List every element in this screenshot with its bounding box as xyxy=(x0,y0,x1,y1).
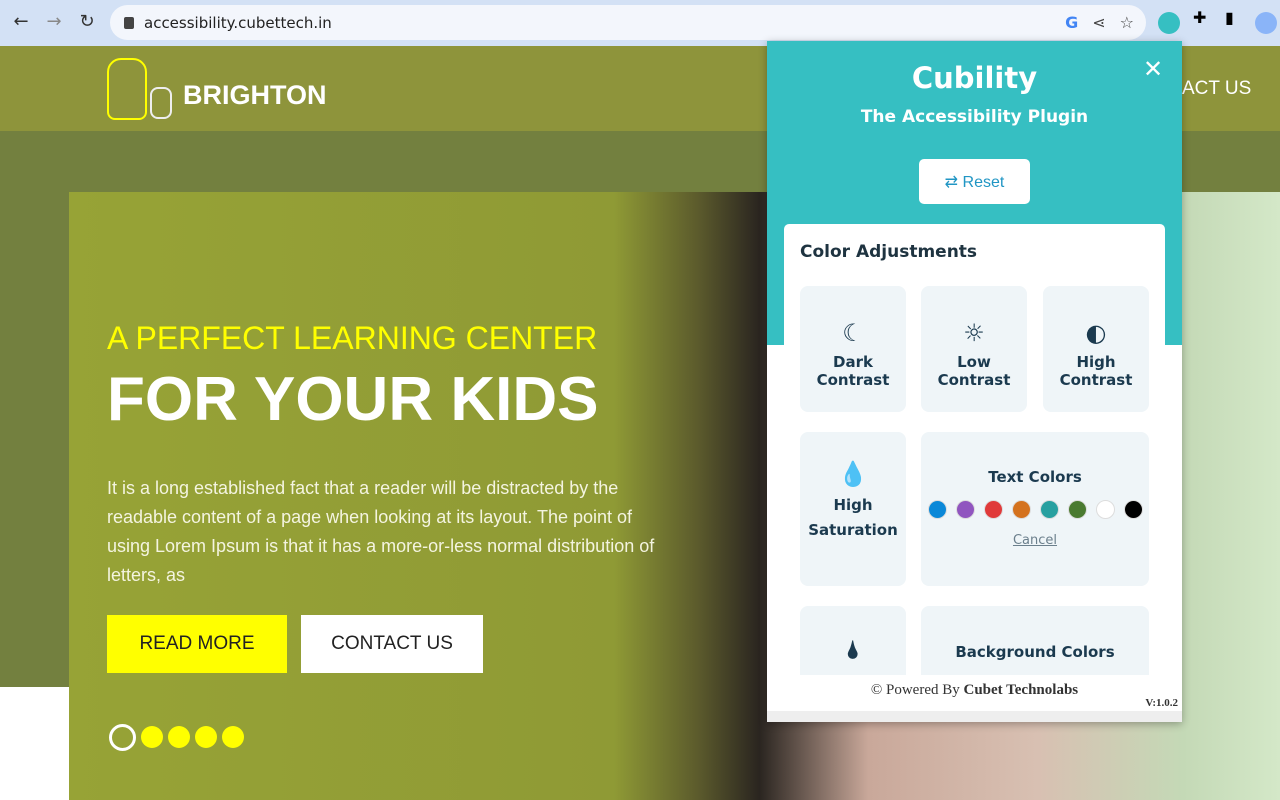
low-contrast-tile[interactable]: ☼ Low Contrast xyxy=(921,286,1027,412)
brand-name[interactable]: BRIGHTON xyxy=(183,80,327,111)
bookmark-star-icon[interactable]: ☆ xyxy=(1120,13,1134,32)
color-swatch[interactable] xyxy=(1067,500,1087,519)
close-icon[interactable]: ✕ xyxy=(1143,55,1163,83)
drop-filled-icon: 💧 xyxy=(838,460,868,488)
bear-logo-icon xyxy=(107,58,147,120)
tile-label: Background Colors xyxy=(955,643,1115,661)
contact-us-button[interactable]: CONTACT US xyxy=(301,615,483,673)
cancel-link[interactable]: Cancel xyxy=(921,533,1149,548)
tile-label: Dark Contrast xyxy=(816,353,890,389)
cubility-popup: Cubility The Accessibility Plugin ✕ ⇄ Re… xyxy=(767,41,1182,722)
popup-title: Cubility xyxy=(911,61,1038,95)
profile-avatar[interactable] xyxy=(1255,12,1277,34)
back-button[interactable]: ← xyxy=(10,11,32,32)
color-swatch[interactable] xyxy=(1011,500,1031,519)
forward-button[interactable]: → xyxy=(43,11,65,32)
dark-contrast-tile[interactable]: ☾ Dark Contrast xyxy=(800,286,906,412)
high-saturation-tile[interactable]: 💧 High Saturation xyxy=(800,432,906,586)
color-swatch[interactable] xyxy=(927,500,947,519)
background-colors-tile: Background Colors xyxy=(921,606,1149,675)
text-color-swatches xyxy=(921,500,1149,519)
color-adjustments-card: Color Adjustments ☾ Dark Contrast ☼ Low Co… xyxy=(784,224,1165,675)
extensions-puzzle-icon[interactable]: ✚ xyxy=(1193,8,1206,27)
slide-dot[interactable] xyxy=(195,726,217,748)
slide-dot[interactable] xyxy=(168,726,190,748)
section-title: Color Adjustments xyxy=(800,242,978,262)
color-swatch[interactable] xyxy=(983,500,1003,519)
color-swatch[interactable] xyxy=(955,500,975,519)
address-bar[interactable]: accessibility.cubettech.in G ⋖ ☆ xyxy=(110,5,1146,40)
hero-paragraph: It is a long established fact that a rea… xyxy=(107,478,655,585)
lock-icon xyxy=(124,16,134,29)
popup-bottom-bar xyxy=(767,711,1182,722)
color-swatch[interactable] xyxy=(1123,500,1143,519)
sun-icon: ☼ xyxy=(963,319,985,347)
reset-button[interactable]: ⇄ Reset xyxy=(919,159,1030,204)
tile-label: Low Contrast xyxy=(937,353,1011,389)
refresh-icon: ⇄ xyxy=(944,173,963,191)
reload-button[interactable]: ↻ xyxy=(76,11,98,32)
slider-dots xyxy=(109,724,244,751)
text-colors-tile: Text Colors Cancel xyxy=(921,432,1149,586)
cubility-extension-icon[interactable] xyxy=(1158,12,1180,34)
nav-contact-us[interactable]: ACT US xyxy=(1182,78,1251,100)
popup-subtitle: The Accessibility Plugin xyxy=(860,107,1089,127)
read-more-button[interactable]: READ MORE xyxy=(107,615,287,673)
color-swatch[interactable] xyxy=(1095,500,1115,519)
tile-label: High Contrast xyxy=(1059,353,1133,389)
tile-label: High Saturation xyxy=(808,496,898,539)
share-icon[interactable]: ⋖ xyxy=(1092,13,1105,32)
contrast-icon: ◐ xyxy=(1085,319,1107,347)
color-swatch[interactable] xyxy=(1039,500,1059,519)
slide-dot[interactable] xyxy=(222,726,244,748)
hero-subtitle: A PERFECT LEARNING CENTER xyxy=(107,320,598,356)
google-icon[interactable]: G xyxy=(1065,13,1078,32)
version: V:1.0.2 xyxy=(1145,697,1178,709)
small-bear-logo-icon xyxy=(150,87,172,119)
hero-title: FOR YOUR KIDS xyxy=(107,365,599,434)
side-panel-icon[interactable]: ▮ xyxy=(1225,8,1234,27)
low-saturation-tile[interactable]: 🌢 xyxy=(800,606,906,675)
reset-label: Reset xyxy=(962,173,1005,191)
footer-prefix: © Powered By xyxy=(870,682,964,698)
tile-label: Text Colors xyxy=(988,468,1082,486)
moon-icon: ☾ xyxy=(842,319,864,347)
slide-dot[interactable] xyxy=(141,726,163,748)
popup-footer: © Powered By Cubet Technolabs xyxy=(767,675,1182,711)
drop-outline-icon: 🌢 xyxy=(845,636,861,664)
footer-brand[interactable]: Cubet Technolabs xyxy=(964,682,1079,698)
high-contrast-tile[interactable]: ◐ High Contrast xyxy=(1043,286,1149,412)
url-text: accessibility.cubettech.in xyxy=(144,13,332,32)
browser-toolbar: ← → ↻ accessibility.cubettech.in G ⋖ ☆ ✚ ▮ xyxy=(0,0,1280,46)
slide-dot[interactable] xyxy=(109,724,136,751)
